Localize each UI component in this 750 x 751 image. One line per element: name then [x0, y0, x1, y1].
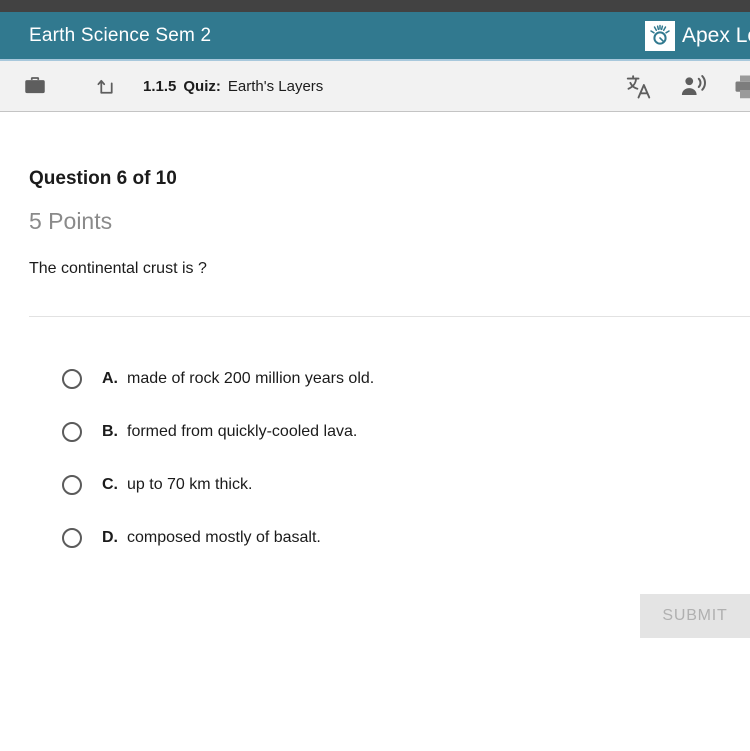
answer-option-d[interactable]: D. composed mostly of basalt.	[0, 511, 750, 564]
breadcrumb: 1.1.5 Quiz: Earth's Layers	[143, 78, 323, 95]
answer-text-b: formed from quickly-cooled lava.	[127, 422, 358, 440]
answer-text-c: up to 70 km thick.	[127, 475, 253, 493]
answer-options: A. made of rock 200 million years old. B…	[0, 352, 750, 564]
answer-text-d: composed mostly of basalt.	[127, 528, 321, 546]
toolbar-actions	[624, 61, 750, 111]
return-arrow-icon[interactable]	[94, 74, 119, 99]
answer-option-b[interactable]: B. formed from quickly-cooled lava.	[0, 405, 750, 458]
question-progress: Question 6 of 10	[29, 168, 177, 189]
brand-logo-group[interactable]: Apex Le	[645, 12, 750, 59]
translate-icon[interactable]	[624, 72, 654, 102]
question-stem: The continental crust is ?	[29, 260, 207, 277]
answer-text-a: made of rock 200 million years old.	[127, 369, 375, 387]
question-points: 5 Points	[29, 208, 113, 234]
answer-option-a[interactable]: A. made of rock 200 million years old.	[0, 352, 750, 405]
course-title: Earth Science Sem 2	[29, 24, 212, 46]
breadcrumb-lesson-number: 1.1.5	[143, 77, 177, 95]
radio-button-b[interactable]	[62, 421, 82, 442]
answer-option-c[interactable]: C. up to 70 km thick.	[0, 458, 750, 511]
app-header: Earth Science Sem 2 Apex L	[0, 12, 750, 59]
breadcrumb-activity-type: Quiz:	[183, 77, 221, 95]
status-bar	[0, 0, 750, 12]
radio-button-c[interactable]	[62, 474, 82, 495]
text-to-speech-icon[interactable]	[678, 72, 708, 102]
radio-button-d[interactable]	[62, 527, 82, 548]
answer-letter-b: B.	[102, 422, 118, 440]
radio-button-a[interactable]	[62, 368, 82, 389]
question-panel: Question 6 of 10 5 Points The continenta…	[0, 112, 750, 751]
breadcrumb-lesson-name: Earth's Layers	[227, 77, 324, 95]
lesson-toolbar: 1.1.5 Quiz: Earth's Layers	[0, 59, 750, 112]
answer-letter-a: A.	[102, 369, 118, 387]
printer-icon[interactable]	[732, 72, 750, 102]
submit-row: SUBMIT	[0, 594, 750, 638]
answer-letter-d: D.	[102, 528, 118, 546]
briefcase-icon[interactable]	[22, 73, 48, 99]
answer-letter-c: C.	[102, 475, 118, 493]
quiz-screen: Earth Science Sem 2 Apex L 1.1.5 Quiz: E…	[0, 0, 750, 751]
section-divider	[29, 316, 750, 317]
lightbulb-rays-icon	[645, 20, 675, 51]
brand-name: Apex Le	[682, 23, 750, 47]
submit-button[interactable]: SUBMIT	[640, 594, 750, 638]
